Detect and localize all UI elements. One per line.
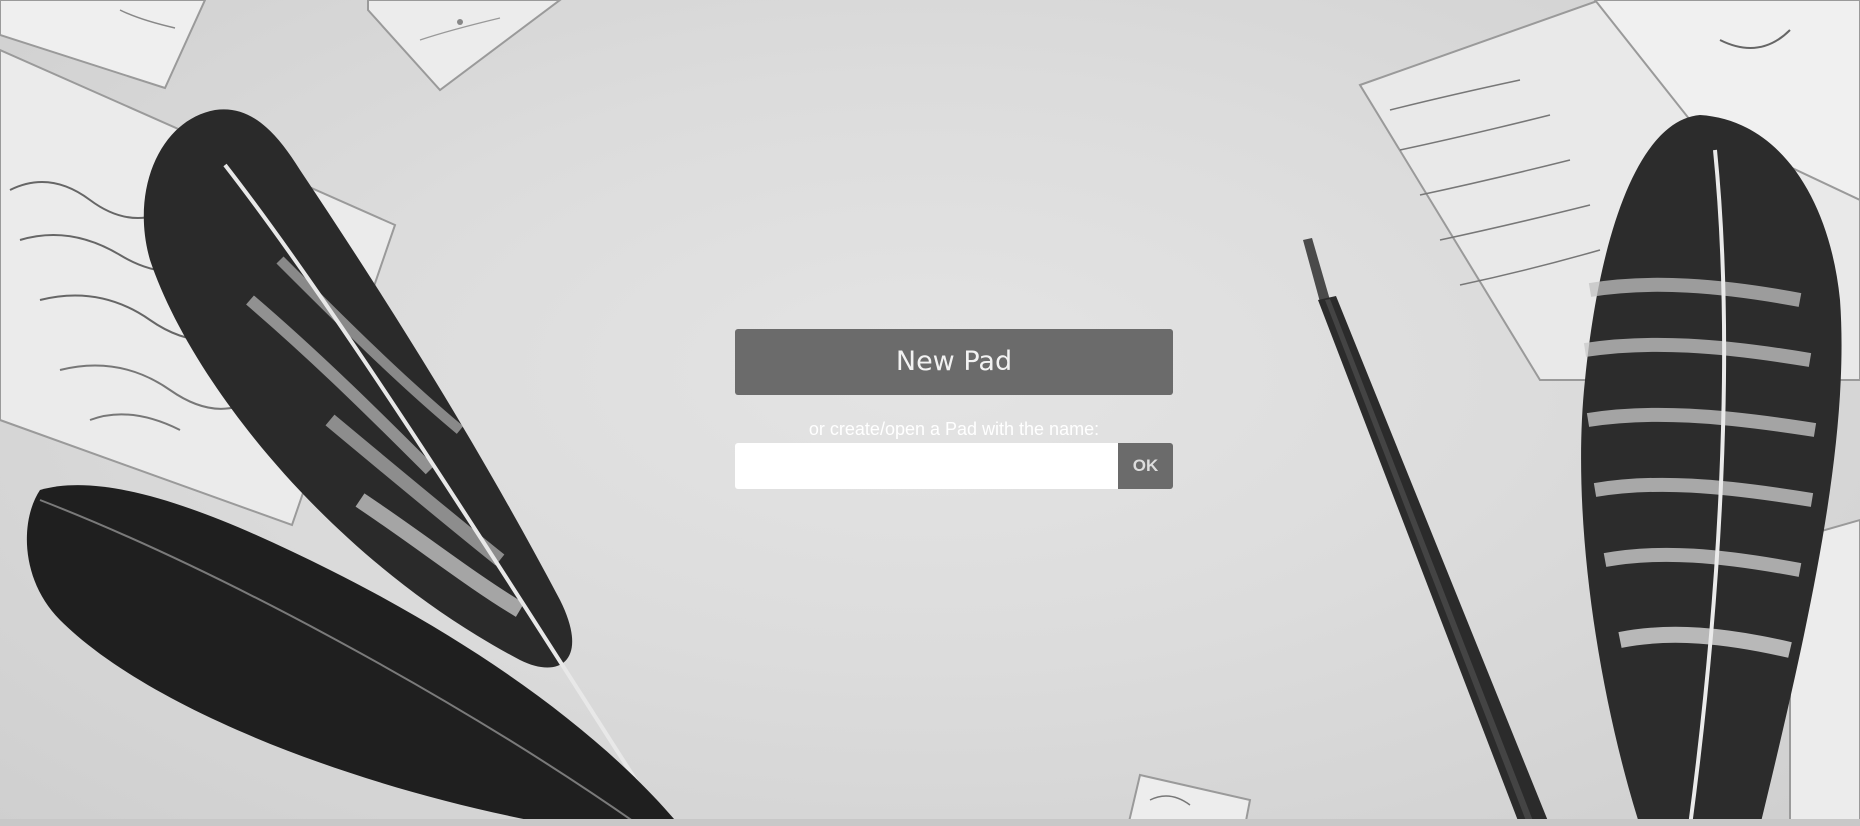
open-pad-row: OK — [735, 443, 1173, 489]
postcard-top-center — [367, 0, 562, 92]
open-pad-prompt: or create/open a Pad with the name: — [808, 419, 1100, 439]
new-pad-button[interactable]: New Pad — [735, 329, 1173, 395]
ok-button[interactable]: OK — [1118, 443, 1173, 489]
pad-form: New Pad or create/open a Pad with the na… — [735, 329, 1173, 489]
bottom-strip — [0, 819, 1860, 826]
start-page: New Pad or create/open a Pad with the na… — [0, 0, 1860, 826]
pad-name-input[interactable] — [735, 443, 1118, 489]
